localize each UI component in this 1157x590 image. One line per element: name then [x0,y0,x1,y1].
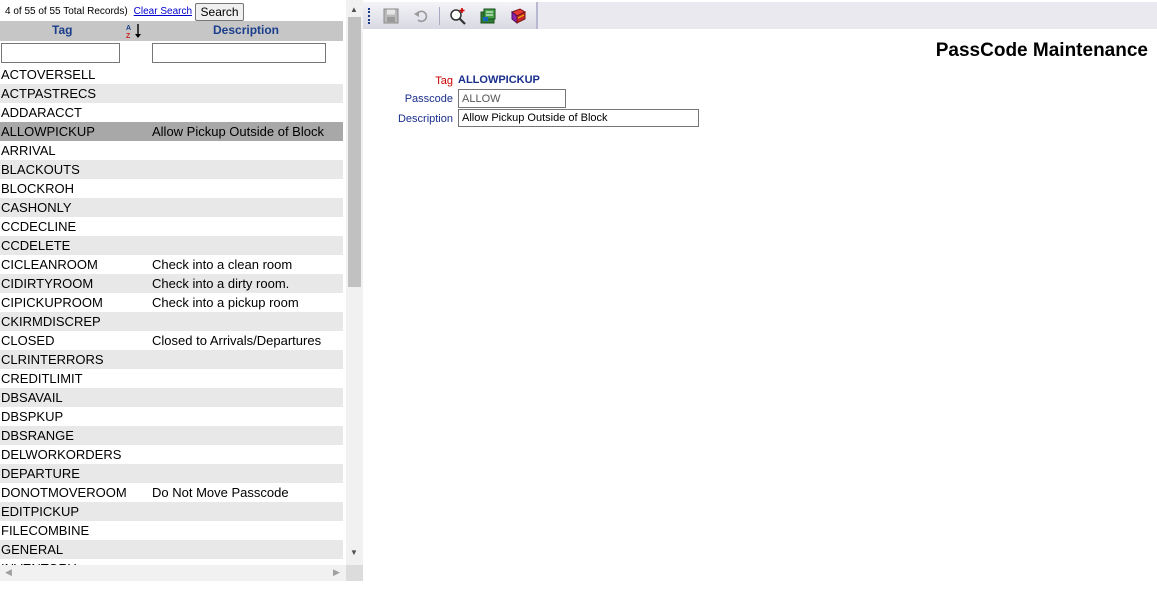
table-row[interactable]: CKIRMDISCREP [0,312,343,331]
clear-search-link[interactable]: Clear Search [134,6,192,17]
row-tag-cell: DBSAVAIL [1,390,63,405]
scroll-left-arrow-icon[interactable]: ◀ [5,567,12,578]
row-tag-cell: ACTPASTRECS [1,86,97,101]
row-tag-cell: CIDIRTYROOM [1,276,94,291]
row-tag-cell: CREDITLIMIT [1,371,83,386]
table-row[interactable]: CICLEANROOM Check into a clean room [0,255,343,274]
table-row[interactable]: CLOSED Closed to Arrivals/Departures [0,331,343,350]
row-tag-cell: DONOTMOVEROOM [1,485,127,500]
passcode-input[interactable] [458,89,566,108]
toolbar-strip [363,2,1157,29]
description-label: Description [397,113,453,125]
toolbar [363,2,538,29]
table-row[interactable]: DELWORKORDERS [0,445,343,464]
row-tag-cell: DBSPKUP [1,409,64,424]
table-row[interactable]: BLOCKROH [0,179,343,198]
row-tag-cell: ACTOVERSELL [1,67,96,82]
svg-text:A: A [126,25,131,32]
row-tag-cell: CCDELETE [1,238,71,253]
row-description-cell: Allow Pickup Outside of Block [152,124,324,139]
toolbar-grip[interactable] [368,7,371,24]
help-book-icon[interactable] [506,4,530,28]
horizontal-scrollbar[interactable]: ◀ ▶ [0,565,346,581]
passcode-label: Passcode [404,93,453,105]
scroll-right-arrow-icon[interactable]: ▶ [333,567,340,578]
table-row[interactable]: ADDARACCT [0,103,343,122]
row-tag-cell: BLOCKROH [1,181,74,196]
record-list-pane: 4 of 55 of 55 Total Records) Clear Searc… [0,0,363,581]
toolbar-separator [439,6,440,25]
table-row[interactable]: DBSRANGE [0,426,343,445]
table-row[interactable]: CIPICKUPROOM Check into a pickup room [0,293,343,312]
row-tag-cell: EDITPICKUP [1,504,80,519]
table-row[interactable]: CCDECLINE [0,217,343,236]
tag-label: Tag [435,75,453,87]
table-row[interactable]: GENERAL [0,540,343,559]
table-row[interactable]: CLRINTERRORS [0,350,343,369]
undo-icon[interactable] [409,4,433,28]
column-header-tag[interactable]: Tag [52,23,72,37]
table-row[interactable]: FILECOMBINE [0,521,343,540]
vertical-scrollbar[interactable]: ▲ ▼ [346,0,363,565]
detail-pane: PassCode Maintenance Tag ALLOWPICKUP Pas… [363,0,1157,590]
table-row[interactable]: CASHONLY [0,198,343,217]
record-count: 4 of 55 of 55 Total Records) [5,6,128,17]
table-row[interactable]: DEPARTURE [0,464,343,483]
row-tag-cell: DBSRANGE [1,428,74,443]
table-row[interactable]: EDITPICKUP [0,502,343,521]
row-tag-cell: ALLOWPICKUP [1,124,95,139]
add-search-icon[interactable] [446,4,470,28]
row-tag-cell: BLACKOUTS [1,162,80,177]
grid-header: Tag A Z Description [0,21,343,41]
table-row[interactable]: ACTOVERSELL [0,65,343,84]
row-description-cell: Closed to Arrivals/Departures [152,333,322,348]
table-row[interactable]: CCDELETE [0,236,343,255]
sort-az-icon[interactable]: A Z [126,23,144,40]
row-tag-cell: CKIRMDISCREP [1,314,101,329]
scroll-up-arrow-icon[interactable]: ▲ [350,5,358,14]
row-tag-cell: CCDECLINE [1,219,77,234]
table-row[interactable]: DONOTMOVEROOM Do Not Move Passcode [0,483,343,502]
table-row[interactable]: CREDITLIMIT [0,369,343,388]
table-row[interactable]: ARRIVAL [0,141,343,160]
row-tag-cell: CIPICKUPROOM [1,295,103,310]
record-rows: ACTOVERSELL ACTPASTRECS ADDARACCT ALLOWPICK… [0,65,343,565]
save-icon[interactable] [379,4,403,28]
row-tag-cell: CLOSED [1,333,55,348]
table-row[interactable]: ACTPASTRECS [0,84,343,103]
row-tag-cell: DELWORKORDERS [1,447,122,462]
scroll-corner [346,565,363,581]
table-row[interactable]: BLACKOUTS [0,160,343,179]
table-row[interactable]: CIDIRTYROOM Check into a dirty room. [0,274,343,293]
svg-text:Z: Z [126,33,131,39]
description-input[interactable] [458,109,699,127]
row-tag-cell: ARRIVAL [1,143,56,158]
row-description-cell: Check into a clean room [152,257,293,272]
column-header-description[interactable]: Description [213,23,279,37]
search-bar: 4 of 55 of 55 Total Records) Clear Searc… [0,2,345,21]
row-tag-cell: ADDARACCT [1,105,82,120]
table-row[interactable]: DBSPKUP [0,407,343,426]
row-tag-cell: FILECOMBINE [1,523,90,538]
tag-filter-input[interactable] [1,43,120,63]
row-tag-cell: CASHONLY [1,200,72,215]
report-icon[interactable] [476,4,500,28]
table-row[interactable]: ALLOWPICKUP Allow Pickup Outside of Block [0,122,343,141]
page-title: PassCode Maintenance [935,40,1148,61]
row-description-cell: Check into a dirty room. [152,276,290,291]
row-description-cell: Check into a pickup room [152,295,299,310]
search-button[interactable]: Search [195,2,245,21]
filter-row [0,41,343,65]
row-tag-cell: CLRINTERRORS [1,352,104,367]
row-description-cell: Do Not Move Passcode [152,485,289,500]
description-filter-input[interactable] [152,43,326,63]
row-tag-cell: CICLEANROOM [1,257,98,272]
tag-value: ALLOWPICKUP [458,74,540,86]
scrollbar-thumb[interactable] [348,17,361,287]
table-row[interactable]: DBSAVAIL [0,388,343,407]
row-tag-cell: GENERAL [1,542,64,557]
scroll-down-arrow-icon[interactable]: ▼ [350,548,358,557]
row-tag-cell: DEPARTURE [1,466,80,481]
